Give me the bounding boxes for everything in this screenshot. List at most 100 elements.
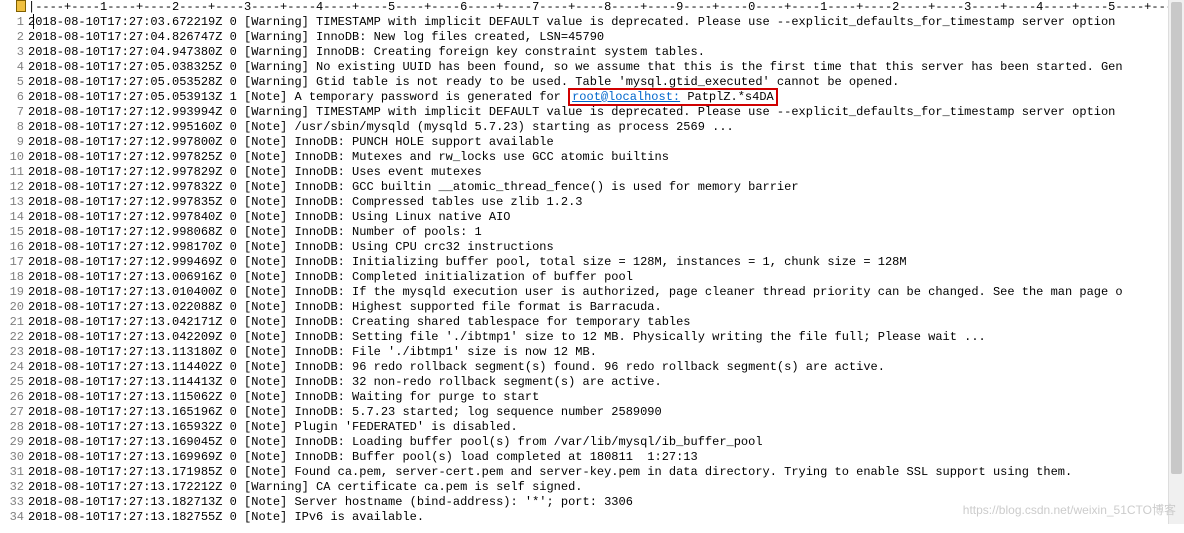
log-line[interactable]: 192018-08-10T17:27:13.010400Z 0 [Note] I… — [0, 284, 1184, 299]
log-content[interactable]: 12018-08-10T17:27:03.672219Z 0 [Warning]… — [0, 14, 1184, 524]
log-line[interactable]: 232018-08-10T17:27:13.113180Z 0 [Note] I… — [0, 344, 1184, 359]
log-line[interactable]: 222018-08-10T17:27:13.042209Z 0 [Note] I… — [0, 329, 1184, 344]
line-number: 33 — [0, 495, 28, 509]
line-content[interactable]: 2018-08-10T17:27:12.997800Z 0 [Note] Inn… — [28, 135, 554, 149]
line-content[interactable]: 2018-08-10T17:27:12.998170Z 0 [Note] Inn… — [28, 240, 554, 254]
line-content[interactable]: 2018-08-10T17:27:13.169969Z 0 [Note] Inn… — [28, 450, 698, 464]
line-number: 30 — [0, 450, 28, 464]
log-line[interactable]: 202018-08-10T17:27:13.022088Z 0 [Note] I… — [0, 299, 1184, 314]
root-localhost-link[interactable]: root@localhost: — [572, 90, 680, 104]
line-number: 13 — [0, 195, 28, 209]
line-number: 32 — [0, 480, 28, 494]
log-line[interactable]: 132018-08-10T17:27:12.997835Z 0 [Note] I… — [0, 194, 1184, 209]
line-number: 8 — [0, 120, 28, 134]
log-line[interactable]: 142018-08-10T17:27:12.997840Z 0 [Note] I… — [0, 209, 1184, 224]
log-line[interactable]: 162018-08-10T17:27:12.998170Z 0 [Note] I… — [0, 239, 1184, 254]
line-content[interactable]: 2018-08-10T17:27:13.042209Z 0 [Note] Inn… — [28, 330, 986, 344]
log-line[interactable]: 172018-08-10T17:27:12.999469Z 0 [Note] I… — [0, 254, 1184, 269]
log-line[interactable]: 182018-08-10T17:27:13.006916Z 0 [Note] I… — [0, 269, 1184, 284]
log-line[interactable]: 32018-08-10T17:27:04.947380Z 0 [Warning]… — [0, 44, 1184, 59]
line-content[interactable]: 2018-08-10T17:27:04.947380Z 0 [Warning] … — [28, 45, 705, 59]
line-content[interactable]: 2018-08-10T17:27:04.826747Z 0 [Warning] … — [28, 30, 604, 44]
line-content[interactable]: 2018-08-10T17:27:05.053913Z 1 [Note] A t… — [28, 88, 778, 106]
line-number: 6 — [0, 90, 28, 104]
line-content[interactable]: 2018-08-10T17:27:05.038325Z 0 [Warning] … — [28, 60, 1123, 74]
line-content[interactable]: 2018-08-10T17:27:12.995160Z 0 [Note] /us… — [28, 120, 734, 134]
line-number: 20 — [0, 300, 28, 314]
log-line[interactable]: 62018-08-10T17:27:05.053913Z 1 [Note] A … — [0, 89, 1184, 104]
line-content[interactable]: 2018-08-10T17:27:13.113180Z 0 [Note] Inn… — [28, 345, 597, 359]
line-content[interactable]: 2018-08-10T17:27:12.993994Z 0 [Warning] … — [28, 105, 1123, 119]
log-line[interactable]: 112018-08-10T17:27:12.997829Z 0 [Note] I… — [0, 164, 1184, 179]
line-content[interactable]: 2018-08-10T17:27:12.997825Z 0 [Note] Inn… — [28, 150, 669, 164]
line-content[interactable]: 2018-08-10T17:27:13.115062Z 0 [Note] Inn… — [28, 390, 539, 404]
line-content[interactable]: 2018-08-10T17:27:13.114413Z 0 [Note] Inn… — [28, 375, 662, 389]
log-line[interactable]: 122018-08-10T17:27:12.997832Z 0 [Note] I… — [0, 179, 1184, 194]
line-content[interactable]: 2018-08-10T17:27:13.010400Z 0 [Note] Inn… — [28, 285, 1123, 299]
log-line[interactable]: 292018-08-10T17:27:13.169045Z 0 [Note] I… — [0, 434, 1184, 449]
line-content[interactable]: 2018-08-10T17:27:13.172212Z 0 [Warning] … — [28, 480, 583, 494]
line-number: 26 — [0, 390, 28, 404]
line-number: 18 — [0, 270, 28, 284]
line-content[interactable]: 2018-08-10T17:27:12.997832Z 0 [Note] Inn… — [28, 180, 799, 194]
scrollbar-thumb[interactable] — [1171, 2, 1182, 474]
line-number: 15 — [0, 225, 28, 239]
line-content[interactable]: 2018-08-10T17:27:12.999469Z 0 [Note] Inn… — [28, 255, 907, 269]
line-content[interactable]: 2018-08-10T17:27:13.169045Z 0 [Note] Inn… — [28, 435, 763, 449]
log-line[interactable]: 42018-08-10T17:27:05.038325Z 0 [Warning]… — [0, 59, 1184, 74]
line-number: 21 — [0, 315, 28, 329]
log-line[interactable]: 12018-08-10T17:27:03.672219Z 0 [Warning]… — [0, 14, 1184, 29]
line-number: 5 — [0, 75, 28, 89]
column-ruler: |----+----1----+----2----+----3----+----… — [0, 0, 1184, 14]
line-content[interactable]: 2018-08-10T17:27:12.997840Z 0 [Note] Inn… — [28, 210, 510, 224]
line-content[interactable]: 2018-08-10T17:27:12.998068Z 0 [Note] Inn… — [28, 225, 482, 239]
log-line[interactable]: 282018-08-10T17:27:13.165932Z 0 [Note] P… — [0, 419, 1184, 434]
line-content[interactable]: 2018-08-10T17:27:13.022088Z 0 [Note] Inn… — [28, 300, 662, 314]
log-line[interactable]: 72018-08-10T17:27:12.993994Z 0 [Warning]… — [0, 104, 1184, 119]
line-number: 31 — [0, 465, 28, 479]
log-line[interactable]: 252018-08-10T17:27:13.114413Z 0 [Note] I… — [0, 374, 1184, 389]
line-content[interactable]: 2018-08-10T17:27:13.171985Z 0 [Note] Fou… — [28, 465, 1072, 479]
log-line[interactable]: 262018-08-10T17:27:13.115062Z 0 [Note] I… — [0, 389, 1184, 404]
line-number: 9 — [0, 135, 28, 149]
log-line[interactable]: 342018-08-10T17:27:13.182755Z 0 [Note] I… — [0, 509, 1184, 524]
line-content[interactable]: 2018-08-10T17:27:13.165196Z 0 [Note] Inn… — [28, 405, 662, 419]
line-number: 1 — [0, 15, 28, 29]
line-content[interactable]: 2018-08-10T17:27:13.182713Z 0 [Note] Ser… — [28, 495, 633, 509]
log-line[interactable]: 312018-08-10T17:27:13.171985Z 0 [Note] F… — [0, 464, 1184, 479]
line-number: 3 — [0, 45, 28, 59]
log-line[interactable]: 92018-08-10T17:27:12.997800Z 0 [Note] In… — [0, 134, 1184, 149]
line-content[interactable]: 2018-08-10T17:27:13.042171Z 0 [Note] Inn… — [28, 315, 691, 329]
log-line[interactable]: 332018-08-10T17:27:13.182713Z 0 [Note] S… — [0, 494, 1184, 509]
log-line[interactable]: 322018-08-10T17:27:13.172212Z 0 [Warning… — [0, 479, 1184, 494]
log-line[interactable]: 152018-08-10T17:27:12.998068Z 0 [Note] I… — [0, 224, 1184, 239]
line-number: 25 — [0, 375, 28, 389]
log-line[interactable]: 302018-08-10T17:27:13.169969Z 0 [Note] I… — [0, 449, 1184, 464]
line-number: 23 — [0, 345, 28, 359]
line-content[interactable]: 2018-08-10T17:27:12.997835Z 0 [Note] Inn… — [28, 195, 583, 209]
ruler-scale: |----+----1----+----2----+----3----+----… — [28, 0, 1184, 14]
line-number: 29 — [0, 435, 28, 449]
line-number: 12 — [0, 180, 28, 194]
line-number: 16 — [0, 240, 28, 254]
log-line[interactable]: 82018-08-10T17:27:12.995160Z 0 [Note] /u… — [0, 119, 1184, 134]
log-line[interactable]: 242018-08-10T17:27:13.114402Z 0 [Note] I… — [0, 359, 1184, 374]
line-number: 4 — [0, 60, 28, 74]
line-content[interactable]: 2018-08-10T17:27:03.672219Z 0 [Warning] … — [28, 15, 1123, 29]
vertical-scrollbar[interactable] — [1168, 0, 1184, 524]
log-line[interactable]: 102018-08-10T17:27:12.997825Z 0 [Note] I… — [0, 149, 1184, 164]
line-content[interactable]: 2018-08-10T17:27:13.182755Z 0 [Note] IPv… — [28, 510, 424, 524]
log-line[interactable]: 22018-08-10T17:27:04.826747Z 0 [Warning]… — [0, 29, 1184, 44]
log-line[interactable]: 212018-08-10T17:27:13.042171Z 0 [Note] I… — [0, 314, 1184, 329]
ruler-marker-icon — [16, 0, 26, 12]
line-number: 24 — [0, 360, 28, 374]
line-content[interactable]: 2018-08-10T17:27:13.165932Z 0 [Note] Plu… — [28, 420, 518, 434]
line-content[interactable]: 2018-08-10T17:27:13.114402Z 0 [Note] Inn… — [28, 360, 885, 374]
text-caret — [33, 14, 34, 29]
line-content[interactable]: 2018-08-10T17:27:12.997829Z 0 [Note] Inn… — [28, 165, 482, 179]
line-content[interactable]: 2018-08-10T17:27:13.006916Z 0 [Note] Inn… — [28, 270, 633, 284]
text-editor[interactable]: |----+----1----+----2----+----3----+----… — [0, 0, 1184, 524]
line-content[interactable]: 2018-08-10T17:27:05.053528Z 0 [Warning] … — [28, 75, 899, 89]
log-line[interactable]: 272018-08-10T17:27:13.165196Z 0 [Note] I… — [0, 404, 1184, 419]
line-number: 28 — [0, 420, 28, 434]
